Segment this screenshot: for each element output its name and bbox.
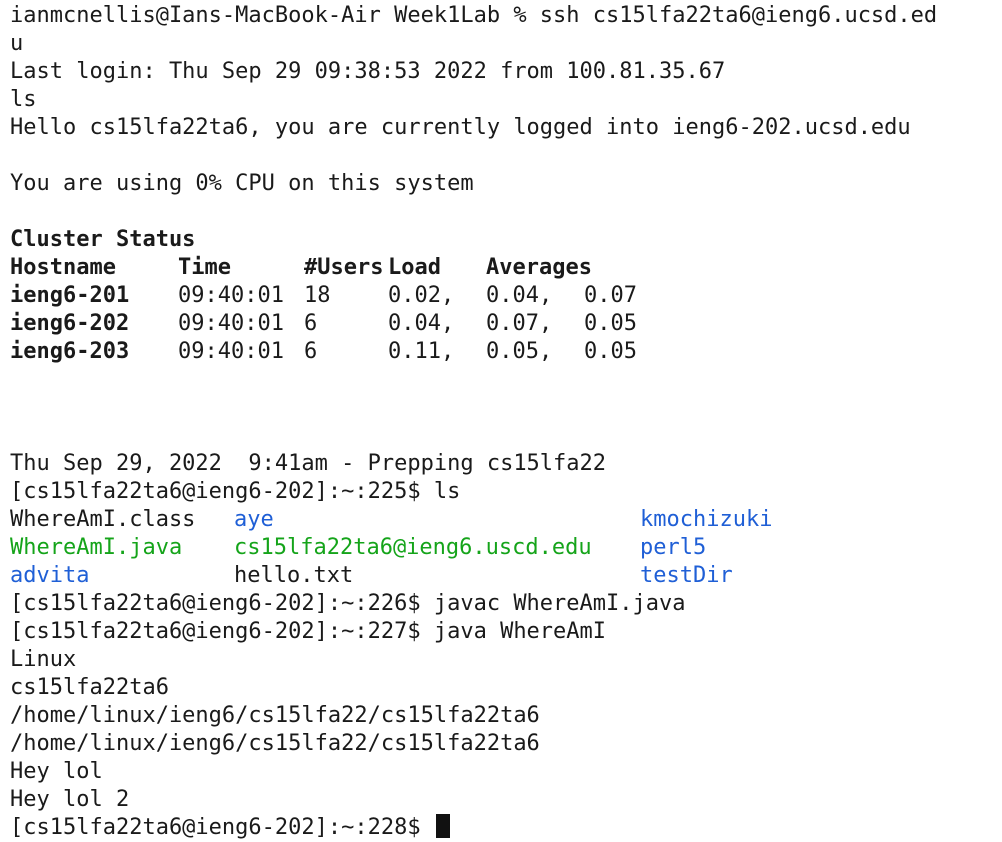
last-login-line: Last login: Thu Sep 29 09:38:53 2022 fro…: [10, 59, 726, 84]
ssh-command-wrap: u: [10, 31, 24, 56]
program-output-line: Hey lol: [10, 759, 103, 784]
cluster-time: 09:40:01: [178, 311, 284, 336]
terminal-output[interactable]: ianmcnellis@Ians-MacBook-Air Week1Lab % …: [10, 2, 1000, 842]
prompt-ls-line: [cs15lfa22ta6@ieng6-202]:~:225$ ls: [10, 479, 461, 504]
cluster-hostname: ieng6-201: [10, 283, 130, 308]
cluster-time: 09:40:01: [178, 339, 284, 364]
cluster-users: 6: [304, 339, 318, 364]
cpu-usage-line: You are using 0% CPU on this system: [10, 171, 474, 196]
hello-line: Hello cs15lfa22ta6, you are currently lo…: [10, 115, 911, 140]
ls-entry: WhereAmI.class: [10, 507, 196, 532]
cluster-load-1: 0.04,: [388, 311, 455, 336]
cluster-load-1: 0.02,: [388, 283, 455, 308]
cluster-load-15: 0.07: [584, 283, 637, 308]
program-output-line: /home/linux/ieng6/cs15lfa22/cs15lfa22ta6: [10, 703, 540, 728]
cluster-hostname: ieng6-202: [10, 311, 130, 336]
ls-listing-row: WhereAmI.java cs15lfa22ta6@ieng6.uscd.ed…: [10, 534, 1000, 562]
program-output-line: Hey lol 2: [10, 787, 130, 812]
cluster-load-15: 0.05: [584, 339, 637, 364]
cluster-load-5: 0.05,: [486, 339, 553, 364]
cluster-header-cell: [584, 254, 684, 282]
program-output-line: cs15lfa22ta6: [10, 675, 169, 700]
cluster-load-15: 0.05: [584, 311, 637, 336]
prompt-java-line: [cs15lfa22ta6@ieng6-202]:~:227$ java Whe…: [10, 619, 607, 644]
ls-entry: hello.txt: [234, 563, 354, 588]
program-output-line: /home/linux/ieng6/cs15lfa22/cs15lfa22ta6: [10, 731, 540, 756]
cluster-time: 09:40:01: [178, 283, 284, 308]
cluster-status-header: Hostname Time #Users Load Averages: [10, 254, 1000, 282]
cluster-status-row: ieng6-202 09:40:01 6 0.04, 0.07, 0.05: [10, 310, 1000, 338]
cluster-status-title: Cluster Status: [10, 227, 196, 252]
final-prompt-text: [cs15lfa22ta6@ieng6-202]:~:228$: [10, 815, 434, 840]
cluster-header-cell: #Users: [304, 255, 384, 280]
ls-listing-row: advita hello.txt testDir: [10, 562, 1000, 590]
program-output-line: Linux: [10, 647, 77, 672]
cluster-hostname: ieng6-203: [10, 339, 130, 364]
ls-entry-directory: advita: [10, 563, 90, 588]
prompt-javac-line: [cs15lfa22ta6@ieng6-202]:~:226$ javac Wh…: [10, 591, 686, 616]
cluster-header-cell: Hostname: [10, 255, 116, 280]
ls-entry-directory: testDir: [640, 563, 733, 588]
typed-ls-line: ls: [10, 87, 37, 112]
final-prompt-line[interactable]: [cs15lfa22ta6@ieng6-202]:~:228$: [10, 814, 1000, 842]
cluster-users: 6: [304, 311, 318, 336]
ls-entry-directory: aye: [234, 507, 274, 532]
ls-entry-executable: WhereAmI.java: [10, 535, 183, 560]
cluster-load-5: 0.07,: [486, 311, 553, 336]
ls-entry-executable: cs15lfa22ta6@ieng6.uscd.edu: [234, 535, 592, 560]
ls-entry-directory: perl5: [640, 535, 707, 560]
prepping-banner-line: Thu Sep 29, 2022 9:41am - Prepping cs15l…: [10, 451, 607, 476]
cluster-load-1: 0.11,: [388, 339, 455, 364]
cluster-header-cell: Averages: [486, 255, 592, 280]
ssh-command-line: ianmcnellis@Ians-MacBook-Air Week1Lab % …: [10, 3, 938, 28]
cluster-header-cell: Time: [178, 255, 231, 280]
ls-listing-row: WhereAmI.class aye kmochizuki: [10, 506, 1000, 534]
cluster-load-5: 0.04,: [486, 283, 553, 308]
cluster-status-row: ieng6-201 09:40:01 18 0.02, 0.04, 0.07: [10, 282, 1000, 310]
cluster-users: 18: [304, 283, 331, 308]
ls-entry-directory: kmochizuki: [640, 507, 773, 532]
cluster-header-cell: Load: [388, 255, 441, 280]
cluster-status-row: ieng6-203 09:40:01 6 0.11, 0.05, 0.05: [10, 338, 1000, 366]
